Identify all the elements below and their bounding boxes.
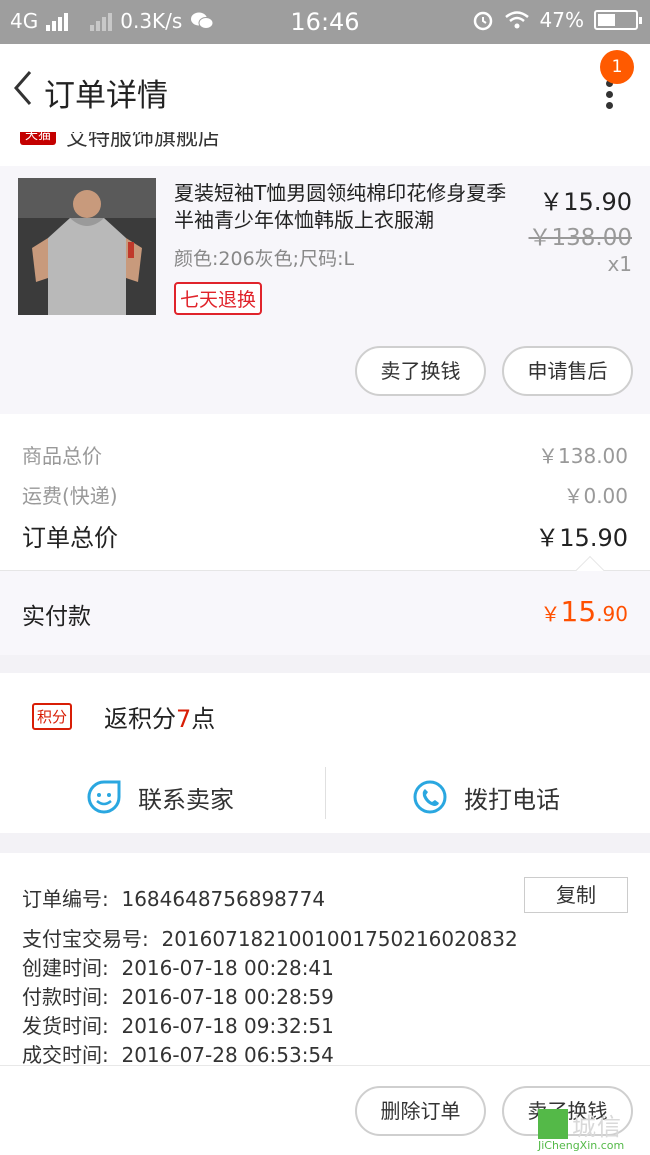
battery-percent: 47% [539, 8, 584, 32]
order-info: 订单编号: 1684648756898774 复制 支付宝交易号: 201607… [0, 853, 650, 1068]
deal-time-row: 成交时间: 2016-07-28 06:53:54 [22, 1039, 334, 1068]
alipay-trade-label: 支付宝交易号: [22, 927, 149, 951]
more-menu-icon[interactable] [606, 80, 614, 114]
ship-time-row: 发货时间: 2016-07-18 09:32:51 [22, 1010, 334, 1039]
points-section: 积分 返积分7点 联系卖家 拨打电话 [0, 673, 650, 833]
points-suffix: 点 [191, 705, 216, 733]
nav-bar: 订单详情 1 [0, 44, 650, 132]
payment-currency: ￥ [540, 602, 561, 626]
create-time-row: 创建时间: 2016-07-18 00:28:41 [22, 952, 334, 981]
product-thumbnail[interactable] [18, 178, 156, 315]
alipay-trade-row: 支付宝交易号: 2016071821001001750216020832 [22, 923, 518, 952]
pay-time-value: 2016-07-18 00:28:59 [121, 985, 334, 1009]
watermark-brand: 城信 [572, 1113, 622, 1141]
watermark-logo: 城信 JiChengXin.com [532, 1105, 650, 1155]
chat-face-icon [87, 780, 121, 814]
shop-header[interactable]: 天猫 艾特服饰旗舰店 [0, 132, 650, 166]
product-spec: 颜色:206灰色;尺码:L [174, 248, 355, 270]
page-title: 订单详情 [44, 78, 168, 114]
payment-integer: 15 [560, 595, 597, 628]
order-total-label: 订单总价 [22, 524, 118, 552]
status-bar: 4G 0.3K/s 16:46 47% [0, 0, 650, 44]
battery-icon [594, 10, 642, 30]
call-phone-label: 拨打电话 [464, 785, 560, 814]
phone-icon [413, 780, 447, 814]
battery-fill [598, 14, 615, 26]
copy-button[interactable]: 复制 [524, 877, 628, 913]
product-name[interactable]: 夏装短袖T恤男圆领纯棉印花修身夏季半袖青少年体恤韩版上衣服潮 [174, 180, 520, 234]
points-amount: 7 [176, 705, 192, 733]
order-number-label: 订单编号: [22, 887, 109, 911]
points-text: 返积分7点 [104, 699, 215, 734]
actual-payment-label: 实付款 [22, 604, 91, 630]
item-quantity: x1 [607, 252, 632, 276]
status-right: 47% [472, 8, 642, 32]
alarm-icon [473, 11, 492, 31]
sell-for-cash-button[interactable]: 卖了换钱 [355, 346, 486, 396]
item-original-price: ￥138.00 [528, 225, 632, 251]
goods-total-row: 商品总价 ￥138.00 [22, 440, 628, 469]
wifi-icon [504, 11, 529, 29]
pay-time-label: 付款时间: [22, 985, 109, 1009]
tmall-badge: 天猫 [20, 132, 57, 145]
watermark-url: JiChengXin.com [538, 1139, 625, 1152]
item-price: ￥15.90 [539, 188, 632, 216]
contact-seller-label: 联系卖家 [138, 785, 234, 814]
pay-time-row: 付款时间: 2016-07-18 00:28:59 [22, 981, 334, 1010]
deal-time-value: 2016-07-28 06:53:54 [121, 1043, 334, 1067]
service-tag: 七天退换 [174, 282, 263, 315]
order-total-row: 订单总价 ￥15.90 [22, 518, 628, 553]
shop-name[interactable]: 艾特服饰旗舰店 [66, 132, 220, 152]
shipping-value: ￥0.00 [563, 484, 628, 508]
payment-decimal: .90 [596, 602, 628, 626]
create-time-value: 2016-07-18 00:28:41 [121, 956, 334, 980]
back-icon[interactable] [10, 68, 34, 108]
points-prefix: 返积分 [104, 705, 176, 733]
apply-after-sales-button[interactable]: 申请售后 [502, 346, 633, 396]
call-phone-button[interactable]: 拨打电话 [412, 767, 560, 827]
shipping-label: 运费(快递) [22, 484, 118, 508]
create-time-label: 创建时间: [22, 956, 109, 980]
delete-order-button[interactable]: 删除订单 [355, 1086, 486, 1136]
goods-total-value: ￥138.00 [538, 444, 628, 468]
goods-total-label: 商品总价 [22, 444, 102, 468]
actual-payment: 实付款 ￥15.90 [0, 571, 650, 655]
notification-badge: 1 [600, 50, 634, 84]
order-number-value: 1684648756898774 [121, 887, 326, 911]
order-total-value: ￥15.90 [535, 524, 628, 552]
contact-seller-button[interactable]: 联系卖家 [86, 767, 234, 827]
points-badge: 积分 [32, 703, 73, 730]
price-summary: 商品总价 ￥138.00 运费(快递) ￥0.00 订单总价 ￥15.90 [0, 414, 650, 571]
contact-divider [325, 767, 326, 819]
watermark-logo-icon [538, 1109, 568, 1139]
shipping-row: 运费(快递) ￥0.00 [22, 480, 628, 509]
product-image-icon [18, 178, 156, 315]
alipay-trade-value: 2016071821001001750216020832 [161, 927, 518, 951]
order-number-row: 订单编号: 1684648756898774 [22, 883, 325, 912]
deal-time-label: 成交时间: [22, 1043, 109, 1067]
ship-time-value: 2016-07-18 09:32:51 [121, 1014, 334, 1038]
order-item[interactable]: 夏装短袖T恤男圆领纯棉印花修身夏季半袖青少年体恤韩版上衣服潮 颜色:206灰色;… [0, 166, 650, 414]
actual-payment-value: ￥15.90 [541, 595, 628, 628]
ship-time-label: 发货时间: [22, 1014, 109, 1038]
